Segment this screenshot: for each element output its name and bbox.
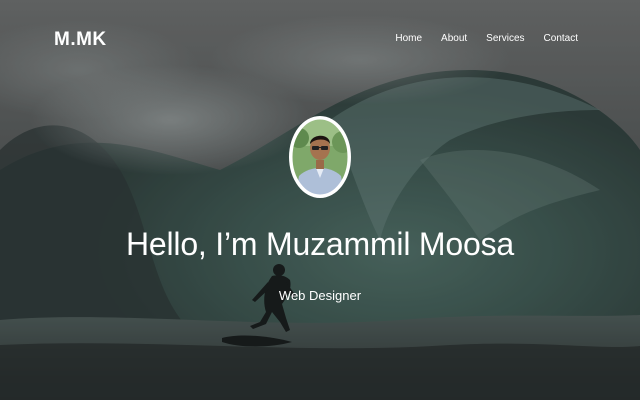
nav-link-contact[interactable]: Contact [544, 33, 578, 44]
navbar: M.MK Home About Services Contact [0, 0, 640, 80]
nav-link-home[interactable]: Home [395, 33, 422, 44]
hero-subtitle: Web Designer [278, 288, 362, 303]
brand-logo[interactable]: M.MK [54, 29, 107, 51]
profile-avatar [289, 116, 351, 198]
nav-link-about[interactable]: About [441, 33, 467, 44]
nav-link-services[interactable]: Services [486, 33, 524, 44]
hero-headline: Hello, I’m Muzammil Moosa [126, 226, 514, 262]
nav-menu: Home About Services Contact [376, 33, 578, 44]
profile-photo [289, 116, 351, 198]
hero-section: M.MK Home About Services Contact Hello, … [0, 0, 640, 400]
